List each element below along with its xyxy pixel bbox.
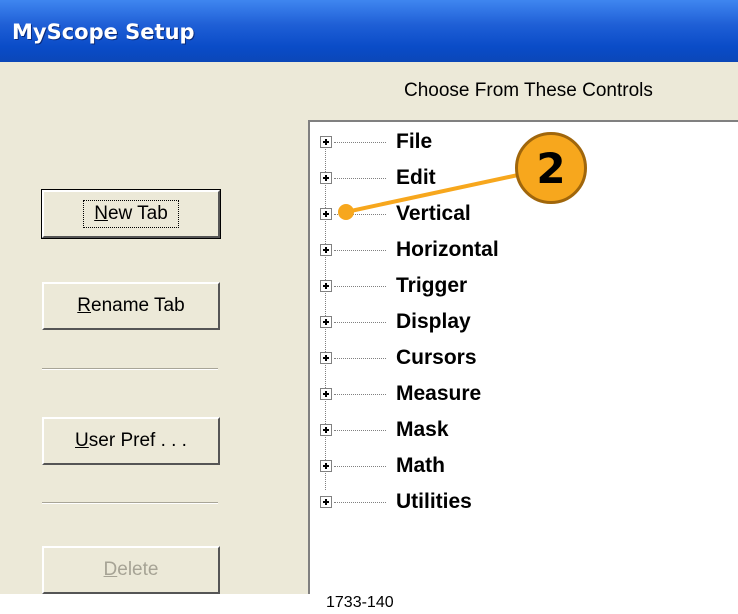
expand-icon[interactable] bbox=[320, 460, 332, 472]
tree-dots bbox=[334, 213, 386, 215]
delete-mnemonic: D bbox=[103, 559, 118, 580]
tree-dots bbox=[334, 501, 386, 503]
tree-dots bbox=[334, 393, 386, 395]
expand-icon[interactable] bbox=[320, 172, 332, 184]
delete-button: Delete bbox=[42, 546, 220, 594]
new-tab-button[interactable]: New Tab bbox=[41, 189, 221, 239]
rename-tab-button[interactable]: Rename Tab bbox=[42, 282, 220, 330]
step-callout-badge: 2 bbox=[515, 132, 587, 204]
tree-item-display[interactable]: Display bbox=[320, 304, 720, 340]
tree-item-label: Mask bbox=[396, 418, 449, 441]
tree-dots bbox=[334, 357, 386, 359]
tree-dots bbox=[334, 141, 386, 143]
expand-icon[interactable] bbox=[320, 208, 332, 220]
tree-dots bbox=[334, 321, 386, 323]
tree-item-math[interactable]: Math bbox=[320, 448, 720, 484]
tree-item-utilities[interactable]: Utilities bbox=[320, 484, 720, 520]
window-title: MyScope Setup bbox=[12, 20, 195, 44]
tree-item-label: Display bbox=[396, 310, 471, 333]
title-bar[interactable]: MyScope Setup bbox=[0, 0, 738, 62]
tree-item-label: Math bbox=[396, 454, 445, 477]
expand-icon[interactable] bbox=[320, 424, 332, 436]
tree-item-label: Measure bbox=[396, 382, 482, 405]
tree-item-label: Edit bbox=[396, 166, 436, 189]
button-separator-1 bbox=[42, 368, 218, 370]
expand-icon[interactable] bbox=[320, 316, 332, 328]
rename-tab-label-rest: ename Tab bbox=[91, 295, 185, 316]
tree-item-label: Trigger bbox=[396, 274, 468, 297]
expand-icon[interactable] bbox=[320, 244, 332, 256]
rename-tab-mnemonic: R bbox=[77, 295, 92, 316]
user-pref-label-rest: ser Pref . . . bbox=[88, 430, 187, 451]
tree-item-mask[interactable]: Mask bbox=[320, 412, 720, 448]
tree-item-label: Utilities bbox=[396, 490, 472, 513]
controls-panel-header: Choose From These Controls bbox=[404, 80, 653, 101]
tree-item-label: File bbox=[396, 130, 433, 153]
tree-item-vertical[interactable]: Vertical bbox=[320, 196, 720, 232]
user-pref-mnemonic: U bbox=[75, 430, 89, 451]
myscope-setup-dialog: Choose From These Controls New Tab Renam… bbox=[0, 62, 738, 594]
tree-dots bbox=[334, 177, 386, 179]
expand-icon[interactable] bbox=[320, 280, 332, 292]
tree-dots bbox=[334, 249, 386, 251]
tree-dots bbox=[334, 465, 386, 467]
expand-icon[interactable] bbox=[320, 136, 332, 148]
user-pref-button[interactable]: User Pref . . . bbox=[42, 417, 220, 465]
button-separator-2 bbox=[42, 502, 218, 504]
new-tab-mnemonic: N bbox=[94, 203, 108, 224]
new-tab-label-rest: ew Tab bbox=[107, 203, 168, 224]
new-tab-button-focus: New Tab bbox=[83, 200, 179, 228]
figure-footer: 1733-140 bbox=[0, 594, 738, 614]
tree-item-horizontal[interactable]: Horizontal bbox=[320, 232, 720, 268]
tree-dots bbox=[334, 285, 386, 287]
expand-icon[interactable] bbox=[320, 388, 332, 400]
tree-item-label: Cursors bbox=[396, 346, 477, 369]
tree-item-trigger[interactable]: Trigger bbox=[320, 268, 720, 304]
expand-icon[interactable] bbox=[320, 496, 332, 508]
expand-icon[interactable] bbox=[320, 352, 332, 364]
tree-item-label: Horizontal bbox=[396, 238, 499, 261]
tree-item-measure[interactable]: Measure bbox=[320, 376, 720, 412]
tree-dots bbox=[334, 429, 386, 431]
tree-item-label: Vertical bbox=[396, 202, 471, 225]
figure-id: 1733-140 bbox=[326, 594, 394, 611]
delete-label-rest: elete bbox=[117, 559, 159, 580]
tree-item-cursors[interactable]: Cursors bbox=[320, 340, 720, 376]
